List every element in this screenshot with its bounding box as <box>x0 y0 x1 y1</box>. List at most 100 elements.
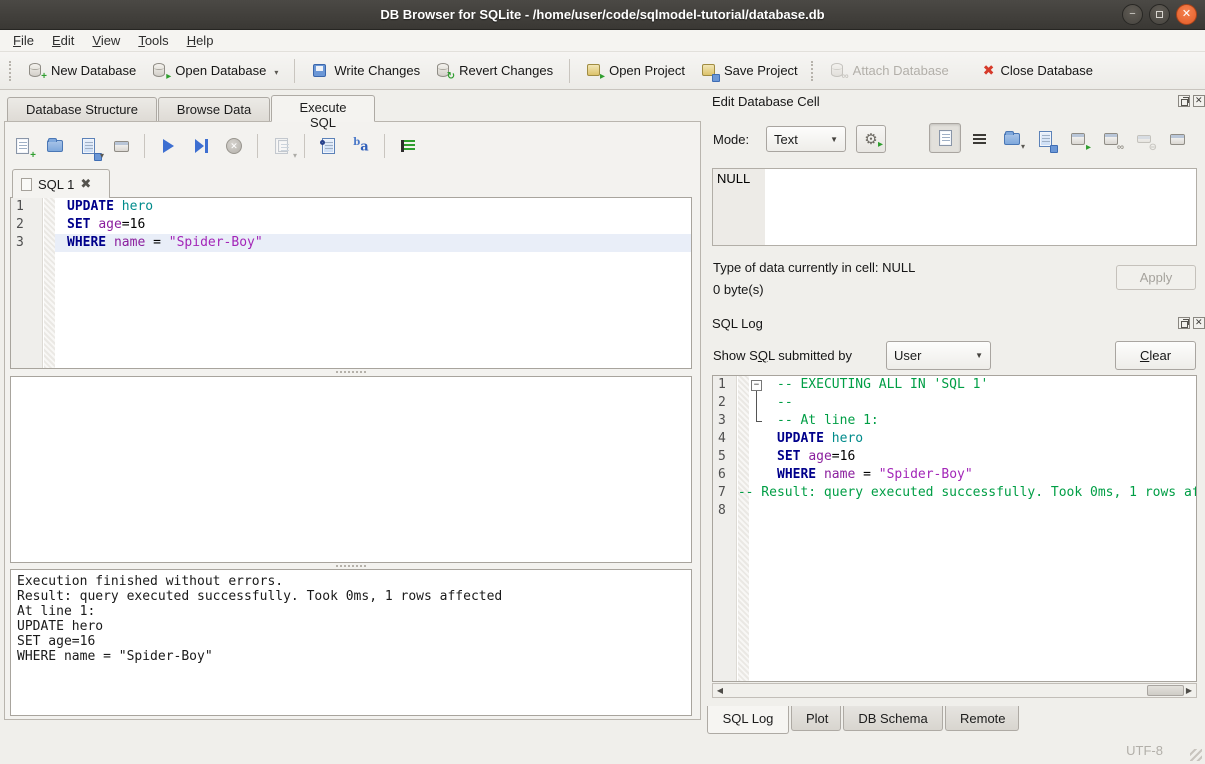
close-database-icon: ✖ <box>983 62 995 79</box>
tab-sql-log[interactable]: SQL Log <box>707 706 789 734</box>
new-database-button[interactable]: + New Database <box>20 58 144 83</box>
mode-label: Mode: <box>713 132 749 147</box>
cell-size-text: 0 byte(s) <box>713 282 764 297</box>
word-wrap-button[interactable] <box>968 128 990 150</box>
menu-view[interactable]: View <box>83 31 129 50</box>
edit-cell-dock-title: Edit Database Cell <box>712 94 820 109</box>
revert-changes-icon: ↻ <box>436 62 453 79</box>
open-database-dropdown-icon[interactable]: ▾ <box>274 68 278 79</box>
apply-button: Apply <box>1116 265 1196 290</box>
execute-all-icon[interactable] <box>156 134 180 158</box>
find-icon[interactable] <box>316 134 340 158</box>
new-tab-icon[interactable]: + <box>10 134 34 158</box>
cell-mode-select[interactable]: Text▼ <box>766 126 846 152</box>
toolbar-handle-2[interactable] <box>811 61 817 81</box>
open-database-button[interactable]: ▸ Open Database ▾ <box>144 58 286 83</box>
execution-message-pane[interactable]: Execution finished without errors. Resul… <box>10 569 692 716</box>
set-null-button: ⊖ <box>1133 128 1155 150</box>
scroll-left-icon[interactable]: ◀ <box>713 684 727 697</box>
sql1-tab-close-icon[interactable]: ✖ <box>80 176 91 192</box>
sql-document-icon <box>21 178 32 191</box>
link-cell-button[interactable]: ∞ <box>1100 128 1122 150</box>
sql-log-view[interactable]: 1-- EXECUTING ALL IN 'SQL 1'2--3-- At li… <box>712 375 1197 682</box>
close-database-button[interactable]: ✖ Close Database <box>975 58 1101 83</box>
save-project-button[interactable]: Save Project <box>693 58 806 83</box>
status-bar: UTF-8 <box>0 737 1205 764</box>
project-open-icon: ▸ <box>586 62 603 79</box>
format-sql-icon[interactable]: ba <box>349 134 373 158</box>
results-grid[interactable] <box>10 376 692 563</box>
window-title: DB Browser for SQLite - /home/user/code/… <box>380 7 824 22</box>
editor-results-splitter[interactable] <box>10 369 692 375</box>
close-button[interactable]: ✕ <box>1176 4 1197 25</box>
cell-value: NULL <box>713 169 765 245</box>
text-mode-icon <box>939 130 952 146</box>
chevron-down-icon: ▼ <box>830 135 838 144</box>
database-open-icon: ▸ <box>152 62 169 79</box>
sql-log-dock-title: SQL Log <box>712 316 763 331</box>
revert-changes-button[interactable]: ↻ Revert Changes <box>428 58 561 83</box>
title-bar: DB Browser for SQLite - /home/user/code/… <box>0 0 1205 30</box>
print-icon[interactable] <box>109 134 133 158</box>
open-project-button[interactable]: ▸ Open Project <box>578 58 693 83</box>
menu-file[interactable]: File <box>4 31 43 50</box>
project-save-icon <box>701 62 718 79</box>
open-cell-file-button[interactable]: ▾ <box>1001 128 1023 150</box>
import-button[interactable]: ⚙▸ <box>856 125 886 153</box>
attach-database-button: ∞ Attach Database <box>822 58 957 83</box>
maximize-icon <box>1156 11 1163 18</box>
write-changes-icon <box>311 62 328 79</box>
scrollbar-thumb[interactable] <box>1147 685 1184 696</box>
print-icon <box>1170 134 1185 145</box>
chevron-down-icon: ▼ <box>975 351 983 360</box>
word-wrap-icon <box>973 134 986 145</box>
stop-icon: ✕ <box>222 134 246 158</box>
sql-editor-toolbar: + ▾ ✕ ▾ ba <box>10 132 420 160</box>
sql1-tab-label: SQL 1 <box>38 177 74 192</box>
tab-execute-sql[interactable]: Execute SQL <box>271 95 375 122</box>
save-cell-file-button[interactable] <box>1034 128 1056 150</box>
tab-db-schema[interactable]: DB Schema <box>843 706 943 731</box>
edit-cell-close-icon[interactable] <box>1193 95 1205 107</box>
tab-remote[interactable]: Remote <box>945 706 1019 731</box>
text-mode-button[interactable] <box>929 123 961 153</box>
open-file-icon <box>1004 133 1020 145</box>
toolbar-handle[interactable] <box>9 61 15 81</box>
cell-editor[interactable]: NULL <box>712 168 1197 246</box>
cell-type-text: Type of data currently in cell: NULL <box>713 260 915 275</box>
tab-database-structure[interactable]: Database Structure <box>7 97 157 122</box>
save-results-icon: ▾ <box>269 134 293 158</box>
open-sql-file-icon[interactable] <box>43 134 67 158</box>
maximize-button[interactable] <box>1149 4 1170 25</box>
minimize-button[interactable]: − <box>1122 4 1143 25</box>
sql-log-float-icon[interactable] <box>1178 317 1190 329</box>
execute-line-icon[interactable] <box>189 134 213 158</box>
menu-bar: File Edit View Tools Help <box>0 30 1205 52</box>
print-cell-button[interactable] <box>1166 128 1188 150</box>
resize-grip[interactable] <box>1190 749 1202 761</box>
encoding-indicator[interactable]: UTF-8 <box>1126 743 1163 758</box>
sql1-doc-tab[interactable]: SQL 1 ✖ <box>12 169 110 198</box>
clear-log-button[interactable]: Clear <box>1115 341 1196 370</box>
log-horizontal-scrollbar[interactable]: ◀ ▶ <box>712 683 1197 698</box>
edit-cell-float-icon[interactable] <box>1178 95 1190 107</box>
log-filter-label: Show SQL submitted by <box>713 348 852 363</box>
export-cell-button[interactable]: ▸ <box>1067 128 1089 150</box>
export-icon <box>1071 133 1085 145</box>
save-sql-file-icon[interactable]: ▾ <box>76 134 100 158</box>
db-browser-window: DB Browser for SQLite - /home/user/code/… <box>0 0 1205 764</box>
write-changes-button[interactable]: Write Changes <box>303 58 428 83</box>
menu-edit[interactable]: Edit <box>43 31 83 50</box>
menu-tools[interactable]: Tools <box>129 31 177 50</box>
sql-log-close-icon[interactable] <box>1193 317 1205 329</box>
log-filter-select[interactable]: User▼ <box>886 341 991 370</box>
tab-plot[interactable]: Plot <box>791 706 841 731</box>
auto-indent-icon[interactable] <box>396 134 420 158</box>
menu-help[interactable]: Help <box>178 31 223 50</box>
import-icon: ⚙ <box>864 130 877 148</box>
sql-editor[interactable]: 1UPDATE hero2SET age=163WHERE name = "Sp… <box>10 197 692 369</box>
main-toolbar: + New Database ▸ Open Database ▾ Write C… <box>0 52 1205 90</box>
scroll-right-icon[interactable]: ▶ <box>1182 684 1196 697</box>
database-new-icon: + <box>28 62 45 79</box>
tab-browse-data[interactable]: Browse Data <box>158 97 270 122</box>
